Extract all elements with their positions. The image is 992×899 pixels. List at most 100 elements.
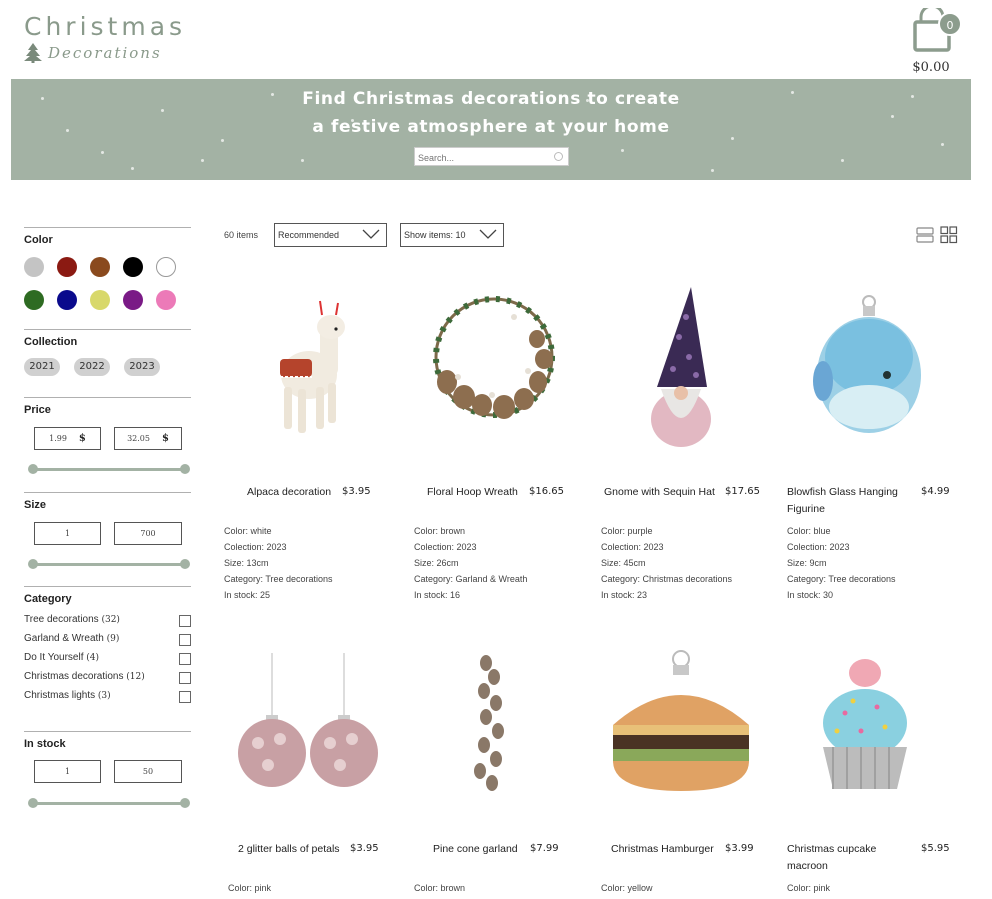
product-details: Color: purple Colection: 2023 Size: 45cm Ca… <box>601 526 733 600</box>
filter-color: Color <box>24 227 191 317</box>
color-swatch[interactable] <box>123 290 143 310</box>
category-count: (3) <box>97 691 111 701</box>
stock-min-field[interactable]: 1 <box>34 760 101 783</box>
product-price: $3.99 <box>725 843 754 854</box>
size-min-field[interactable]: 1 <box>34 522 101 545</box>
cart-button[interactable]: 0 $0.00 <box>910 8 970 78</box>
product-price: $7.99 <box>530 843 559 854</box>
stock-slider-min-handle[interactable] <box>28 798 38 808</box>
product-price: $17.65 <box>725 486 760 497</box>
site-logo[interactable]: Christmas Decorations <box>24 12 186 63</box>
price-max-field[interactable]: 32.05 $ <box>114 427 182 450</box>
chevron-down-icon <box>362 229 380 239</box>
product-details: Color: pink <box>787 883 831 893</box>
product-name[interactable]: Floral Hoop Wreath <box>427 484 518 501</box>
category-count: (12) <box>126 672 145 682</box>
product-name[interactable]: 2 glitter balls of petals <box>238 841 340 858</box>
product-name[interactable]: Gnome with Sequin Hat <box>604 484 715 501</box>
price-min-field[interactable]: 1.99 $ <box>34 427 101 450</box>
price-slider-min-handle[interactable] <box>28 464 38 474</box>
floral-hoop-wreath-image[interactable] <box>414 277 584 467</box>
product-details: Color: pink <box>228 883 272 893</box>
product-price: $3.95 <box>350 843 379 854</box>
color-swatch[interactable] <box>90 257 110 277</box>
color-swatch[interactable] <box>156 257 176 277</box>
color-swatch[interactable] <box>24 290 44 310</box>
category-checkbox[interactable] <box>179 634 191 646</box>
size-slider-max-handle[interactable] <box>180 559 190 569</box>
product-name[interactable]: Christmas Hamburger <box>611 841 714 858</box>
category-option[interactable]: Christmas lights (3) <box>24 690 191 704</box>
size-max-field[interactable]: 700 <box>114 522 182 545</box>
category-checkbox[interactable] <box>179 691 191 703</box>
product-details: Color: white Colection: 2023 Size: 13cm Cat… <box>224 526 333 600</box>
stock-slider[interactable] <box>28 798 190 808</box>
product-name[interactable]: Alpaca decoration <box>247 484 331 501</box>
category-name: Christmas lights <box>24 690 96 701</box>
category-option[interactable]: Do It Yourself (4) <box>24 652 191 666</box>
color-swatch[interactable] <box>90 290 110 310</box>
sort-dropdown-value: Recommended <box>278 230 340 240</box>
price-max-currency: $ <box>161 433 169 444</box>
price-slider[interactable] <box>28 464 190 474</box>
filter-size-title: Size <box>24 499 47 511</box>
product-name[interactable]: Pine cone garland <box>433 841 518 858</box>
color-swatch[interactable] <box>24 257 44 277</box>
category-count: (4) <box>86 653 100 663</box>
product-price: $4.99 <box>921 486 950 497</box>
category-name: Christmas decorations <box>24 671 124 682</box>
filter-category-title: Category <box>24 593 72 605</box>
color-swatch[interactable] <box>57 257 77 277</box>
hero-banner: Find Christmas decorations to create a f… <box>11 79 971 180</box>
stock-slider-max-handle[interactable] <box>180 798 190 808</box>
glitter-balls-image[interactable] <box>228 643 398 833</box>
product-details: Color: blue Colection: 2023 Size: 9cm Categ… <box>787 526 896 600</box>
items-count: 60 items <box>224 230 259 240</box>
product-details: Color: brown Colection: 2023 Size: 26cm Cat… <box>414 526 528 600</box>
price-slider-max-handle[interactable] <box>180 464 190 474</box>
gnome-sequin-hat-image[interactable] <box>601 277 771 467</box>
price-min-currency: $ <box>78 433 86 444</box>
search-box <box>414 147 569 167</box>
color-swatch[interactable] <box>57 290 77 310</box>
filter-stock-title: In stock <box>24 738 66 750</box>
show-items-value: Show items: 10 <box>404 230 466 240</box>
cupcake-macaroon-image[interactable] <box>787 643 957 833</box>
color-swatch[interactable] <box>123 257 143 277</box>
list-view-icon[interactable] <box>916 226 934 244</box>
product-name[interactable]: Blowfish Glass Hanging Figurine <box>787 484 907 518</box>
color-swatch[interactable] <box>156 290 176 310</box>
filter-collection-title: Collection <box>24 336 78 348</box>
logo-subtitle: Decorations <box>48 44 162 62</box>
product-name[interactable]: Christmas cupcake macroon <box>787 841 897 875</box>
banner-heading-line-2: a festive atmosphere at your home <box>312 117 670 137</box>
category-name: Garland & Wreath <box>24 633 104 644</box>
collection-chip-2021[interactable]: 2021 <box>24 358 60 376</box>
logo-title: Christmas <box>24 12 187 41</box>
category-option[interactable]: Tree decorations (32) <box>24 614 191 628</box>
category-checkbox[interactable] <box>179 653 191 665</box>
size-slider-min-handle[interactable] <box>28 559 38 569</box>
category-option[interactable]: Christmas decorations (12) <box>24 671 191 685</box>
filter-collection: Collection 2021 2022 2023 <box>24 329 191 389</box>
blowfish-figurine-image[interactable] <box>787 277 957 467</box>
alpaca-decoration-image[interactable] <box>224 277 394 467</box>
banner-heading-line-1: Find Christmas decorations to create <box>302 89 680 109</box>
show-items-dropdown[interactable]: Show items: 10 <box>400 223 504 247</box>
christmas-hamburger-image[interactable] <box>601 643 771 833</box>
category-option[interactable]: Garland & Wreath (9) <box>24 633 191 647</box>
size-slider[interactable] <box>28 559 190 569</box>
pine-cone-garland-image[interactable] <box>414 643 584 833</box>
collection-chip-2022[interactable]: 2022 <box>74 358 110 376</box>
search-icon[interactable] <box>554 152 563 161</box>
search-input[interactable] <box>415 149 545 167</box>
filter-category: Category Tree decorations (32) Garland & … <box>24 586 191 716</box>
collection-chip-2023[interactable]: 2023 <box>124 358 160 376</box>
category-checkbox[interactable] <box>179 615 191 627</box>
filter-size: Size 1 700 <box>24 492 191 582</box>
category-checkbox[interactable] <box>179 672 191 684</box>
grid-view-icon[interactable] <box>940 226 958 244</box>
category-name: Tree decorations <box>24 614 99 625</box>
stock-max-field[interactable]: 50 <box>114 760 182 783</box>
sort-dropdown[interactable]: Recommended <box>274 223 387 247</box>
